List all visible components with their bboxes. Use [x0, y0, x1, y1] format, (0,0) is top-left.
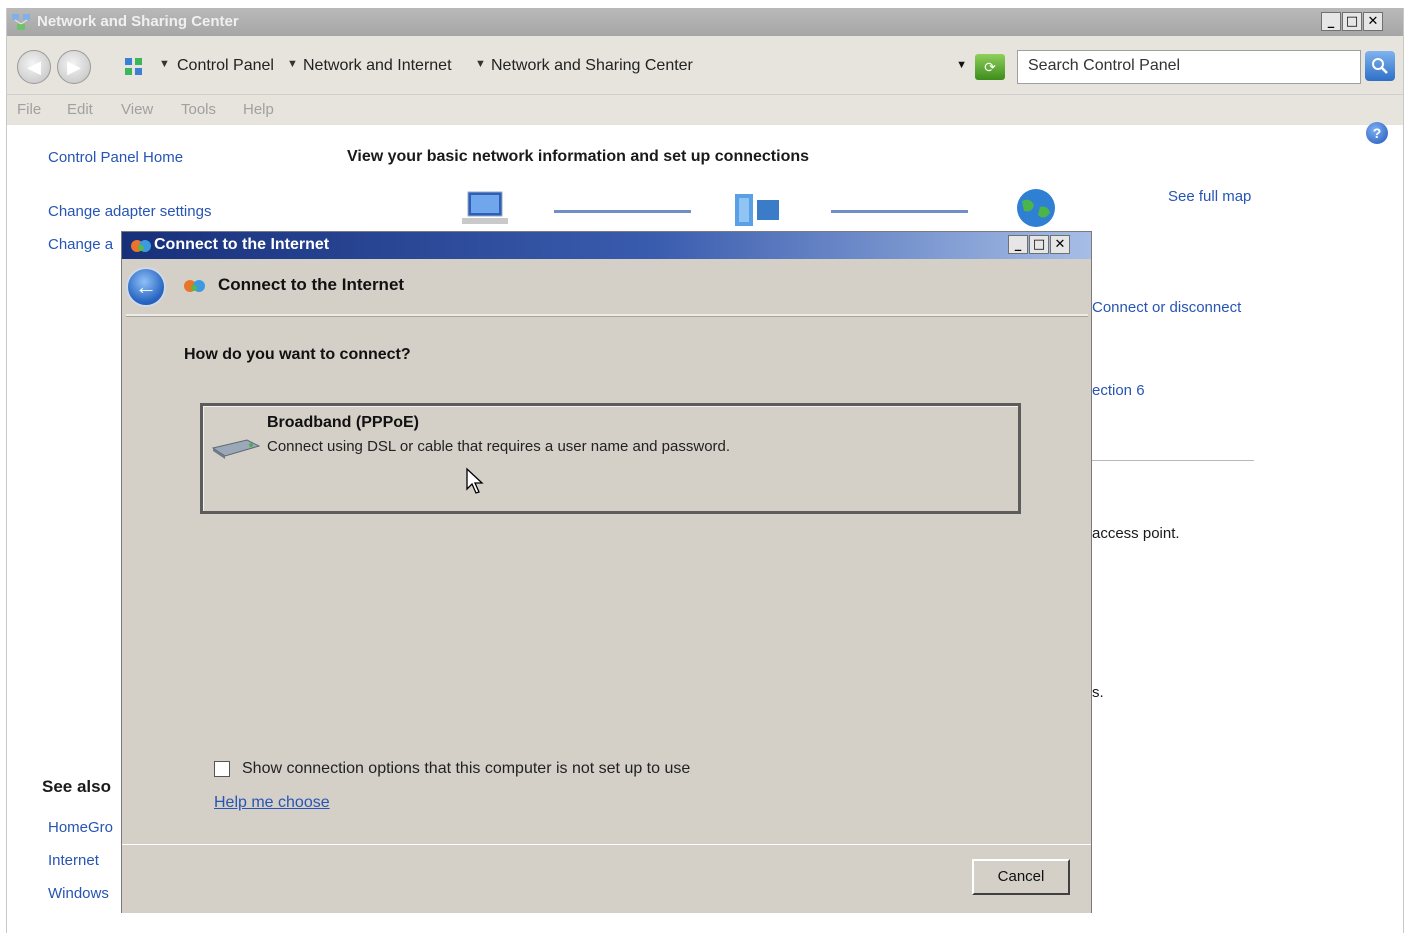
minimize-button[interactable]: _ [1321, 12, 1341, 31]
internet-options-link[interactable]: Internet [48, 852, 99, 869]
help-icon[interactable]: ? [1366, 122, 1388, 144]
back-arrow-button[interactable]: ← [126, 267, 166, 307]
breadcrumb-network-internet[interactable]: Network and Internet [303, 57, 452, 75]
connection-link[interactable]: ection 6 [1092, 382, 1145, 399]
mouse-cursor-icon [465, 467, 487, 499]
option-title: Broadband (PPPoE) [267, 414, 420, 431]
modem-icon [211, 434, 261, 464]
dialog-title: Connect to the Internet [154, 236, 330, 253]
windows-firewall-link[interactable]: Windows [48, 885, 109, 902]
address-bar[interactable]: ▼ Control Panel ▼ Network and Internet ▼… [119, 50, 975, 84]
search-input[interactable]: Search Control Panel [1017, 50, 1361, 84]
partial-text: s. [1092, 684, 1104, 701]
navigation-bar: ◀ ▶ ▼ Control Panel ▼ Network and Intern… [7, 36, 1403, 95]
show-options-checkbox[interactable] [214, 761, 230, 777]
show-options-label[interactable]: Show connection options that this comput… [242, 760, 690, 778]
see-also-heading: See also [42, 777, 111, 796]
control-panel-home-link[interactable]: Control Panel Home [48, 149, 183, 166]
see-full-map-link[interactable]: See full map [1168, 188, 1251, 205]
address-dropdown-icon[interactable]: ▼ [956, 59, 967, 71]
access-point-text: access point. [1092, 525, 1180, 542]
map-connection-line [554, 210, 691, 213]
dialog-body: How do you want to connect? Broadband (P… [126, 314, 1088, 846]
network-icon [11, 13, 31, 35]
control-panel-icon [123, 56, 145, 82]
window-title: Network and Sharing Center [37, 13, 239, 30]
help-me-choose-link[interactable]: Help me choose [214, 794, 330, 812]
close-button[interactable]: ✕ [1050, 235, 1070, 254]
window-controls: _ □ ✕ [1321, 12, 1383, 31]
broadband-pppoe-option[interactable]: Broadband (PPPoE) Connect using DSL or c… [200, 403, 1021, 514]
dialog-title-bar[interactable]: Connect to the Internet _ □ ✕ [122, 232, 1091, 259]
maximize-button[interactable]: □ [1029, 235, 1049, 254]
page-heading: View your basic network information and … [347, 148, 810, 165]
change-advanced-settings-link[interactable]: Change a [48, 236, 113, 253]
menu-tools[interactable]: Tools [181, 101, 216, 118]
connect-icon [182, 277, 208, 299]
connect-or-disconnect-link[interactable]: Connect or disconnect [1092, 299, 1241, 316]
map-connection-line [831, 210, 968, 213]
search-button[interactable] [1365, 51, 1395, 81]
search-icon [1372, 58, 1388, 74]
main-title-bar[interactable]: Network and Sharing Center _ □ ✕ [7, 8, 1403, 36]
back-button[interactable]: ◀ [17, 50, 51, 84]
connect-internet-dialog: Connect to the Internet _ □ ✕ ← Connect … [121, 231, 1092, 913]
breadcrumb-arrow-icon[interactable]: ▼ [475, 58, 486, 70]
network-icon [733, 190, 785, 232]
option-description: Connect using DSL or cable that requires… [267, 438, 731, 455]
change-adapter-settings-link[interactable]: Change adapter settings [48, 203, 211, 220]
menu-bar: File Edit View Tools Help [7, 95, 1403, 125]
menu-help[interactable]: Help [243, 101, 274, 118]
menu-view[interactable]: View [121, 101, 153, 118]
dialog-window-controls: _ □ ✕ [1008, 235, 1070, 254]
connect-question: How do you want to connect? [184, 346, 411, 363]
dialog-header-title: Connect to the Internet [218, 275, 405, 294]
forward-button[interactable]: ▶ [57, 50, 91, 84]
breadcrumb-arrow-icon[interactable]: ▼ [159, 58, 170, 70]
internet-globe-icon [1012, 187, 1060, 233]
menu-file[interactable]: File [17, 101, 41, 118]
cancel-button[interactable]: Cancel [972, 859, 1070, 895]
breadcrumb-arrow-icon[interactable]: ▼ [287, 58, 298, 70]
breadcrumb-control-panel[interactable]: Control Panel [177, 57, 274, 75]
dialog-footer: Cancel [122, 844, 1091, 913]
refresh-button[interactable]: ⟳ [975, 54, 1005, 80]
dialog-header: ← Connect to the Internet [122, 259, 1091, 313]
homegroup-link[interactable]: HomeGro [48, 819, 113, 836]
breadcrumb-network-sharing-center[interactable]: Network and Sharing Center [491, 57, 693, 75]
menu-edit[interactable]: Edit [67, 101, 93, 118]
connect-icon [130, 237, 152, 259]
minimize-button[interactable]: _ [1008, 235, 1028, 254]
computer-icon [460, 190, 510, 232]
maximize-button[interactable]: □ [1342, 12, 1362, 31]
divider [1086, 460, 1254, 461]
close-button[interactable]: ✕ [1363, 12, 1383, 31]
